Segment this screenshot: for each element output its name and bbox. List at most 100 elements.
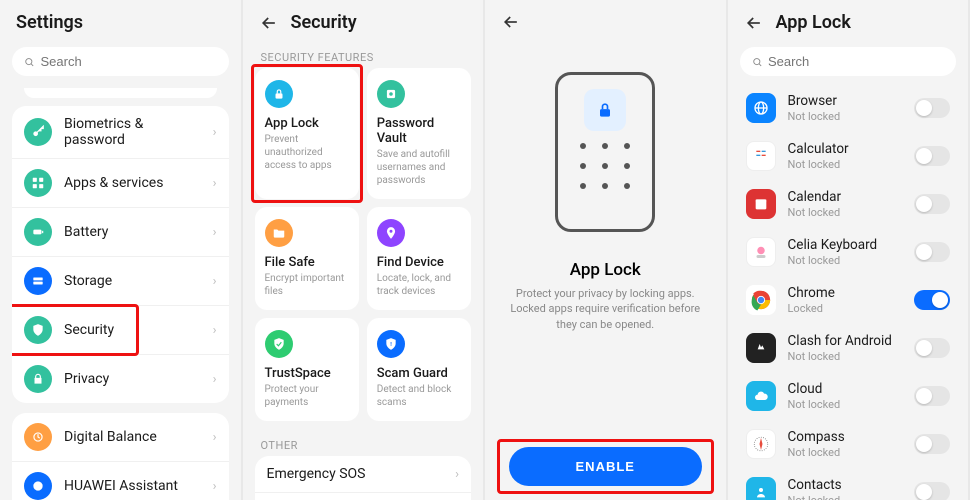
row-apps-services[interactable]: Apps & services › — [12, 159, 229, 208]
app-status: Not locked — [788, 110, 903, 123]
section-label-other: OTHER — [255, 431, 472, 456]
key-icon — [24, 118, 52, 146]
app-row-clash: Clash for AndroidNot locked — [742, 324, 955, 372]
settings-scroll[interactable]: Biometrics & password › Apps & services … — [0, 84, 241, 500]
feature-cards: App Lock Prevent unauthorized access to … — [255, 68, 472, 421]
applock-list-panel: App Lock BrowserNot locked CalculatorNot… — [728, 0, 970, 500]
toggle-cloud[interactable] — [914, 386, 950, 406]
settings-group-2: Digital Balance › HUAWEI Assistant › Wal… — [12, 413, 229, 500]
other-group-1: Emergency SOS › Emergency warnings› — [255, 456, 472, 500]
compass-icon — [746, 429, 776, 459]
app-row-cloud: CloudNot locked — [742, 372, 955, 420]
row-biometrics[interactable]: Biometrics & password › — [12, 106, 229, 159]
card-title: Scam Guard — [377, 366, 461, 381]
card-subtitle: Locate, lock, and track devices — [377, 272, 461, 298]
search-icon — [752, 55, 763, 69]
toggle-calculator[interactable] — [914, 146, 950, 166]
chevron-right-icon: › — [455, 467, 459, 482]
row-emergency-sos[interactable]: Emergency SOS › — [255, 456, 472, 493]
search-box[interactable] — [740, 47, 957, 76]
keyboard-icon — [746, 237, 776, 267]
toggle-browser[interactable] — [914, 98, 950, 118]
row-storage[interactable]: Storage › — [12, 257, 229, 306]
row-label: HUAWEI Assistant — [64, 478, 201, 494]
app-status: Not locked — [788, 398, 903, 411]
row-label: Storage — [64, 273, 201, 289]
card-title: TrustSpace — [265, 366, 349, 381]
row-privacy[interactable]: Privacy › — [12, 355, 229, 403]
row-label: Emergency SOS — [267, 466, 444, 482]
app-name: Calculator — [788, 141, 903, 157]
card-password-vault[interactable]: Password Vault Save and autofill usernam… — [367, 68, 471, 199]
row-label: Digital Balance — [64, 429, 201, 445]
card-subtitle: Detect and block scams — [377, 383, 461, 409]
apps-icon — [24, 169, 52, 197]
toggle-clash[interactable] — [914, 338, 950, 358]
app-name: Compass — [788, 429, 903, 445]
partial-row-top — [24, 88, 217, 98]
section-label-features: SECURITY FEATURES — [255, 43, 472, 68]
card-file-safe[interactable]: File Safe Encrypt important files — [255, 207, 359, 310]
applock-title: App Lock — [485, 260, 726, 280]
browser-icon — [746, 93, 776, 123]
back-button[interactable] — [744, 13, 764, 33]
card-title: Find Device — [377, 255, 461, 270]
search-input[interactable] — [768, 54, 944, 69]
row-label: Security — [64, 322, 201, 338]
row-label: Battery — [64, 224, 201, 240]
applock-scroll[interactable]: BrowserNot locked CalculatorNot locked C… — [728, 84, 969, 500]
row-huawei-assistant[interactable]: HUAWEI Assistant › — [12, 462, 229, 500]
calculator-icon — [746, 141, 776, 171]
app-name: Chrome — [788, 285, 903, 301]
row-emergency-warnings[interactable]: Emergency warnings› — [255, 493, 472, 500]
card-title: File Safe — [265, 255, 349, 270]
app-row-contacts: ContactsNot locked — [742, 468, 955, 500]
app-row-calculator: CalculatorNot locked — [742, 132, 955, 180]
chevron-right-icon: › — [213, 323, 217, 338]
app-status: Not locked — [788, 254, 903, 267]
card-subtitle: Protect your payments — [265, 383, 349, 409]
lock-icon — [584, 89, 626, 131]
row-battery[interactable]: Battery › — [12, 208, 229, 257]
storage-icon — [24, 267, 52, 295]
card-app-lock[interactable]: App Lock Prevent unauthorized access to … — [255, 68, 359, 199]
app-status: Not locked — [788, 158, 903, 171]
folder-icon — [265, 219, 293, 247]
security-panel: Security SECURITY FEATURES App Lock Prev… — [243, 0, 486, 500]
toggle-compass[interactable] — [914, 434, 950, 454]
security-header: Security — [243, 0, 484, 43]
location-icon — [377, 219, 405, 247]
toggle-chrome[interactable] — [914, 290, 950, 310]
back-button[interactable] — [501, 12, 521, 32]
enable-button[interactable]: ENABLE — [509, 447, 702, 486]
applock-list-header: App Lock — [728, 0, 969, 43]
app-status: Not locked — [788, 446, 903, 459]
card-scam-guard[interactable]: ! Scam Guard Detect and block scams — [367, 318, 471, 421]
enable-row: ENABLE — [485, 437, 726, 500]
chevron-right-icon: › — [213, 372, 217, 387]
toggle-calendar[interactable] — [914, 194, 950, 214]
pattern-dots — [580, 143, 630, 189]
back-button[interactable] — [259, 13, 279, 33]
toggle-celia[interactable] — [914, 242, 950, 262]
clash-icon — [746, 333, 776, 363]
chevron-right-icon: › — [213, 479, 217, 494]
search-box[interactable] — [12, 47, 229, 76]
app-row-calendar: CalendarNot locked — [742, 180, 955, 228]
search-icon — [24, 55, 35, 69]
page-title: App Lock — [776, 12, 851, 33]
card-subtitle: Save and autofill usernames and password… — [377, 148, 461, 187]
security-scroll[interactable]: SECURITY FEATURES App Lock Prevent unaut… — [243, 43, 484, 500]
toggle-contacts[interactable] — [914, 482, 950, 500]
cloud-icon — [746, 381, 776, 411]
row-security[interactable]: Security › — [12, 306, 229, 355]
row-label: Biometrics & password — [64, 116, 201, 148]
card-trustspace[interactable]: TrustSpace Protect your payments — [255, 318, 359, 421]
search-input[interactable] — [41, 54, 217, 69]
app-name: Clash for Android — [788, 333, 903, 349]
card-find-device[interactable]: Find Device Locate, lock, and track devi… — [367, 207, 471, 310]
app-status: Not locked — [788, 494, 903, 500]
chevron-right-icon: › — [213, 430, 217, 445]
chevron-right-icon: › — [213, 125, 217, 140]
row-digital-balance[interactable]: Digital Balance › — [12, 413, 229, 462]
